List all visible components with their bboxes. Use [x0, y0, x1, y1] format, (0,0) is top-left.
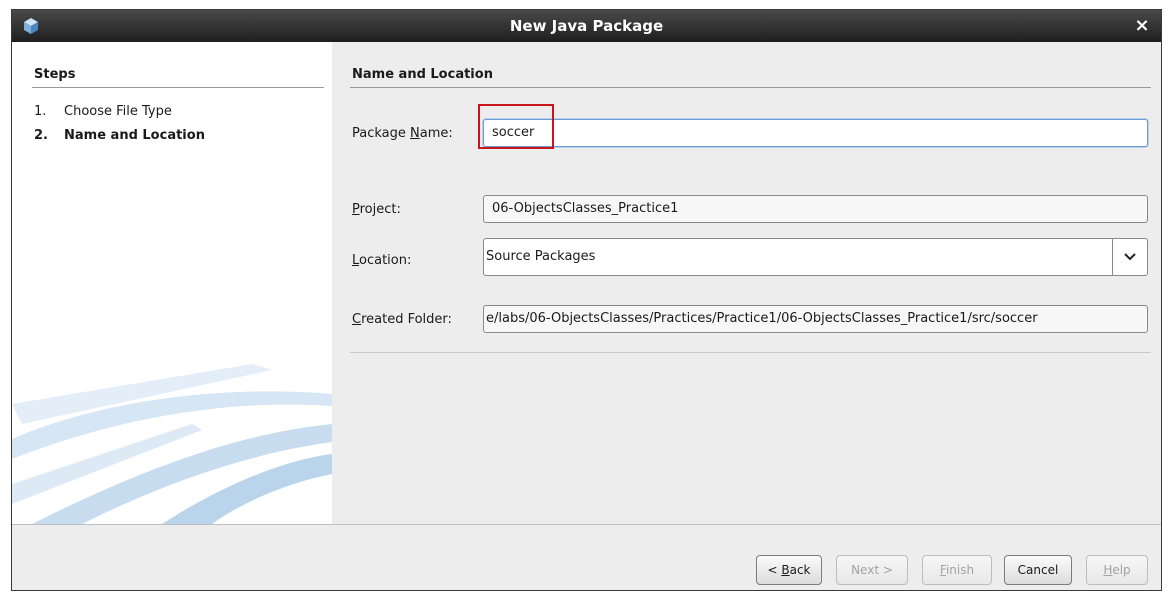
window-title: New Java Package — [509, 17, 664, 35]
help-button[interactable]: Help — [1086, 555, 1148, 585]
created-folder-field: e/labs/06-ObjectsClasses/Practices/Pract… — [483, 305, 1148, 333]
button-bar: < Back Next > Finish Cancel Help — [12, 524, 1161, 590]
divider — [350, 87, 1151, 88]
project-field: 06-ObjectsClasses_Practice1 — [483, 195, 1148, 223]
form-panel: Name and Location Package Name: soccer P… — [332, 42, 1161, 524]
next-button[interactable]: Next > — [836, 555, 908, 585]
step-number: 1. — [34, 104, 47, 119]
location-label: Location: — [352, 253, 412, 268]
package-name-input[interactable]: soccer — [483, 119, 1148, 147]
step-label: Choose File Type — [64, 104, 172, 119]
steps-panel: Steps 1. Choose File Type 2. Name and Loca… — [12, 42, 332, 524]
project-label: Project: — [352, 202, 401, 217]
back-button[interactable]: < Back — [756, 555, 822, 585]
package-name-label: Package Name: — [352, 126, 453, 141]
divider — [32, 87, 324, 88]
location-value: Source Packages — [486, 249, 596, 264]
step-choose-file-type: 1. Choose File Type — [34, 104, 172, 119]
divider — [350, 352, 1151, 353]
decorative-swoosh-graphic — [12, 364, 332, 524]
location-select[interactable]: Source Packages — [483, 238, 1148, 276]
cancel-button[interactable]: Cancel — [1004, 555, 1072, 585]
steps-header: Steps — [34, 67, 76, 82]
close-icon[interactable]: × — [1131, 15, 1153, 37]
chevron-down-icon[interactable] — [1112, 239, 1147, 275]
finish-button[interactable]: Finish — [922, 555, 992, 585]
title-bar[interactable]: New Java Package × — [12, 10, 1161, 42]
new-java-package-dialog: New Java Package × Steps 1. Choose File T… — [11, 9, 1162, 591]
step-label: Name and Location — [64, 128, 205, 143]
step-number: 2. — [34, 128, 48, 143]
created-folder-label: Created Folder: — [352, 312, 452, 327]
section-title: Name and Location — [352, 67, 493, 82]
step-name-and-location: 2. Name and Location — [34, 128, 205, 143]
